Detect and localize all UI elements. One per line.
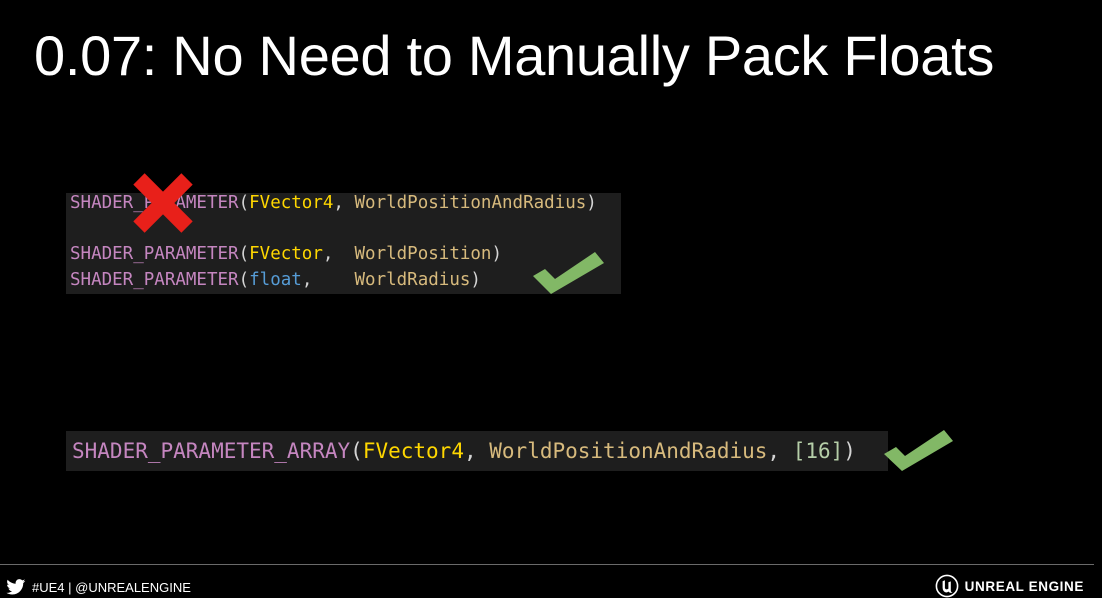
- punctuation-token: ,: [333, 193, 355, 213]
- punctuation-token: ): [470, 270, 481, 290]
- red-cross-icon: [133, 173, 193, 233]
- punctuation-token: (: [238, 193, 250, 213]
- footer-social: #UE4 | @UNREALENGINE: [6, 578, 191, 596]
- footer-brand: UNREAL ENGINE: [935, 574, 1084, 598]
- brand-name: UNREAL ENGINE: [964, 578, 1084, 594]
- punctuation-token: ): [586, 193, 597, 213]
- type-token: FVector4: [249, 193, 334, 213]
- punctuation-token: ,: [463, 439, 490, 463]
- code-block-shader-parameter-array: SHADER_PARAMETER_ARRAY(FVector4, WorldPo…: [66, 431, 888, 471]
- footer-divider: [0, 564, 1094, 565]
- code-line-world-radius: SHADER_PARAMETER(float, WorldRadius): [70, 268, 481, 292]
- unreal-engine-logo-icon: [935, 574, 959, 598]
- type-token: FVector4: [362, 439, 464, 463]
- code-line-world-position: SHADER_PARAMETER(FVector, WorldPosition): [70, 242, 502, 266]
- punctuation-token: ,: [322, 244, 355, 264]
- code-line-parameter-array: SHADER_PARAMETER_ARRAY(FVector4, WorldPo…: [72, 435, 856, 467]
- punctuation-token: ): [843, 439, 856, 463]
- punctuation-token: (: [238, 244, 250, 264]
- footer-hashtag: #UE4 | @UNREALENGINE: [32, 579, 191, 595]
- green-check-icon: [884, 430, 953, 471]
- punctuation-token: ): [491, 244, 503, 264]
- green-check-icon: [533, 252, 604, 294]
- identifier-token: WorldPositionAndRadius: [489, 439, 768, 463]
- macro-token: SHADER_PARAMETER_ARRAY: [72, 439, 351, 463]
- array-size-token: [16]: [792, 439, 844, 463]
- twitter-bird-icon: [6, 579, 26, 595]
- punctuation-token: ,: [301, 270, 355, 290]
- identifier-token: WorldPosition: [354, 244, 492, 264]
- macro-token: SHADER_PARAMETER: [70, 244, 239, 264]
- punctuation-token: ,: [767, 439, 793, 463]
- identifier-token: WorldRadius: [354, 270, 471, 290]
- type-token: FVector: [249, 244, 323, 264]
- slide-title: 0.07: No Need to Manually Pack Floats: [34, 24, 995, 87]
- punctuation-token: (: [238, 270, 250, 290]
- punctuation-token: (: [350, 439, 363, 463]
- identifier-token: WorldPositionAndRadius: [354, 193, 587, 213]
- macro-token: SHADER_PARAMETER: [70, 270, 239, 290]
- builtin-type-token: float: [249, 270, 302, 290]
